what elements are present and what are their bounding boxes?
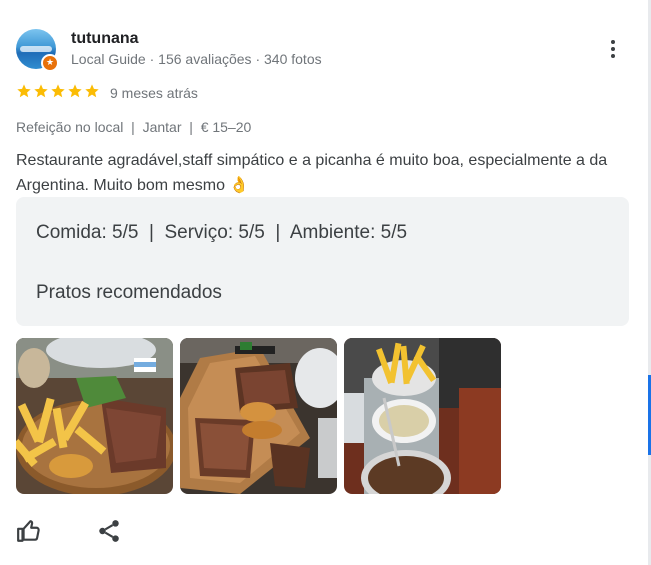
review-text: Restaurante agradável,staff simpático e … xyxy=(16,152,608,194)
visit-tags: Refeição no local | Jantar | € 15–20 xyxy=(16,119,252,135)
photo-steak-fries[interactable] xyxy=(16,338,173,494)
local-guide-star-icon: ★ xyxy=(41,54,59,72)
thumbs-up-icon[interactable] xyxy=(16,518,42,544)
recommended-dishes-label: Pratos recomendados xyxy=(36,282,222,303)
sub-ratings: Comida: 5/5 | Serviço: 5/5 | Ambiente: 5… xyxy=(36,222,408,243)
star-icon xyxy=(34,84,48,98)
review-date: 9 meses atrás xyxy=(110,85,198,101)
star-icon xyxy=(68,84,82,98)
star-icon xyxy=(51,84,65,98)
star-icon xyxy=(17,84,31,98)
details-panel: Comida: 5/5 | Serviço: 5/5 | Ambiente: 5… xyxy=(16,197,629,326)
more-vert-icon[interactable] xyxy=(601,34,625,64)
reviewer-name[interactable]: tutunana xyxy=(71,30,139,48)
star-icon xyxy=(85,84,99,98)
photo-fries-rice-beans[interactable] xyxy=(344,338,501,494)
share-icon[interactable] xyxy=(96,518,122,544)
reviewer-meta: Local Guide · 156 avaliações · 340 fotos xyxy=(71,51,322,67)
star-rating xyxy=(16,83,100,99)
photo-grilled-board[interactable] xyxy=(180,338,337,494)
avatar[interactable]: ★ xyxy=(16,29,59,72)
